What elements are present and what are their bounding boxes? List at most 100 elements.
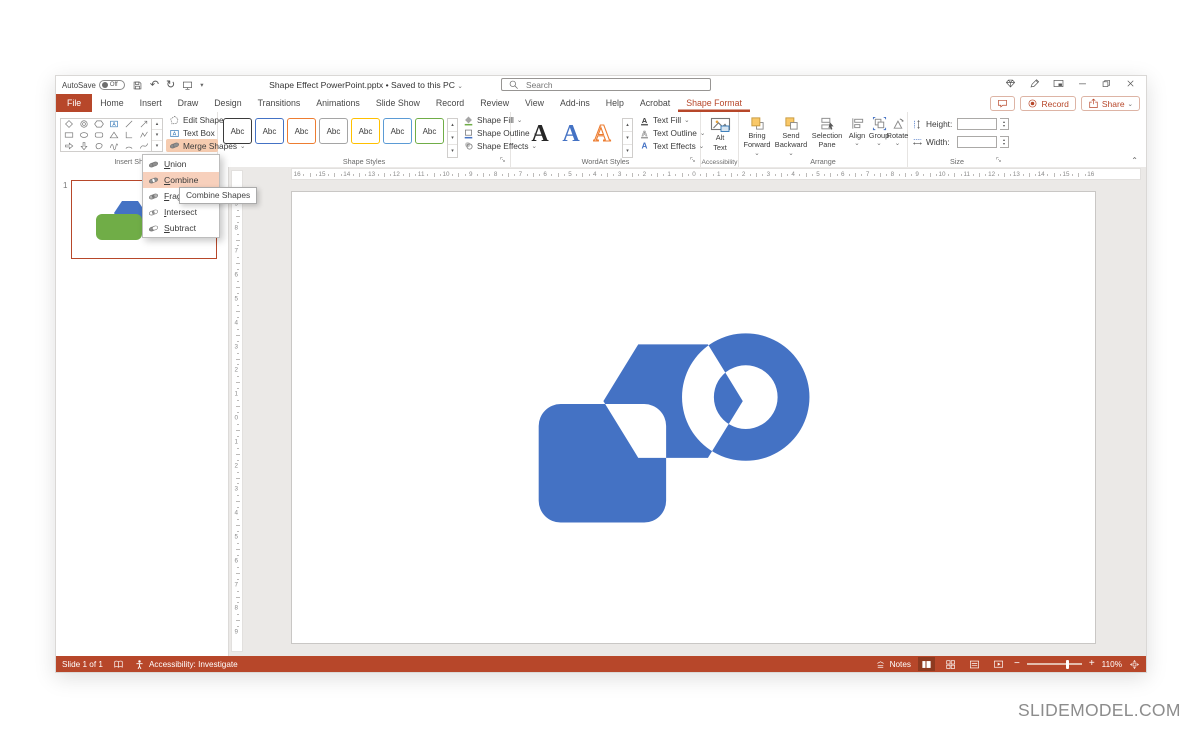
- align-button[interactable]: Align⌄: [845, 116, 869, 148]
- shape-arrow-right[interactable]: [61, 140, 76, 151]
- zoom-in-button[interactable]: +: [1089, 659, 1095, 669]
- record-button[interactable]: Record: [1020, 96, 1075, 111]
- tab-help[interactable]: Help: [598, 94, 632, 112]
- present-icon[interactable]: [182, 80, 193, 91]
- shape-line[interactable]: [121, 119, 136, 130]
- shape-style-preset-7[interactable]: Abc: [415, 118, 444, 144]
- rotate-button[interactable]: Rotate⌄: [889, 116, 906, 148]
- shape-hexagon[interactable]: [91, 119, 106, 130]
- comments-button[interactable]: [990, 96, 1015, 111]
- gallery-scroll[interactable]: ▴▾▾: [152, 118, 163, 152]
- selection-pane-button[interactable]: SelectionPane: [810, 116, 844, 150]
- autosave-toggle[interactable]: AutoSave Off: [62, 80, 125, 90]
- tab-home[interactable]: Home: [92, 94, 131, 112]
- shape-style-preset-2[interactable]: Abc: [255, 118, 284, 144]
- view-sorter-button[interactable]: [942, 657, 959, 671]
- shape-fill-button[interactable]: Shape Fill⌄: [460, 114, 510, 127]
- wordart-preset-1[interactable]: A: [525, 117, 554, 149]
- height-input[interactable]: [957, 118, 997, 130]
- tab-record[interactable]: Record: [428, 94, 472, 112]
- menu-item-subtract[interactable]: Subtract: [143, 220, 219, 236]
- menu-item-union[interactable]: Union: [143, 156, 219, 172]
- shape-arc[interactable]: [121, 140, 136, 151]
- search-box[interactable]: [501, 78, 711, 91]
- shape-style-preset-3[interactable]: Abc: [287, 118, 316, 144]
- shape-blob[interactable]: [91, 140, 106, 151]
- restore-icon[interactable]: [1101, 78, 1112, 89]
- shape-textbox[interactable]: A: [106, 119, 121, 130]
- zoom-slider[interactable]: [1027, 663, 1082, 665]
- tab-design[interactable]: Design: [206, 94, 249, 112]
- search-input[interactable]: [524, 79, 704, 91]
- shape-rect[interactable]: [61, 130, 76, 141]
- minimize-icon[interactable]: [1077, 78, 1088, 89]
- text-box-button[interactable]: AText Box: [166, 127, 218, 140]
- styles-scroll[interactable]: ▴▾▾: [447, 118, 458, 158]
- share-button[interactable]: Share⌄: [1081, 96, 1140, 111]
- width-input[interactable]: [957, 136, 997, 148]
- wordart-preset-2[interactable]: A: [556, 117, 585, 149]
- tab-insert[interactable]: Insert: [132, 94, 170, 112]
- tab-shape-format[interactable]: Shape Format: [678, 94, 750, 112]
- shape-oval[interactable]: [76, 130, 91, 141]
- tab-file[interactable]: File: [56, 94, 92, 112]
- shape-style-preset-1[interactable]: Abc: [223, 118, 252, 144]
- text-effects-button[interactable]: AText Effects⌄: [636, 139, 698, 152]
- collapse-ribbon-icon[interactable]: ⌃: [1131, 156, 1138, 165]
- height-stepper[interactable]: ▴▾: [1000, 118, 1009, 130]
- close-icon[interactable]: [1125, 78, 1136, 89]
- slides-panel[interactable]: 1: [56, 167, 229, 656]
- text-fill-button[interactable]: AText Fill⌄: [636, 114, 698, 127]
- slide-canvas[interactable]: [291, 191, 1096, 644]
- shape-arrow-line[interactable]: [136, 119, 151, 130]
- merge-shapes-button[interactable]: Merge Shapes⌄: [166, 139, 218, 152]
- shape-style-preset-6[interactable]: Abc: [383, 118, 412, 144]
- menu-item-intersect[interactable]: Intersect: [143, 204, 219, 220]
- shape-gallery[interactable]: A: [60, 118, 152, 152]
- shape-curve[interactable]: [136, 140, 151, 151]
- menu-item-combine[interactable]: Combine: [143, 172, 219, 188]
- dialog-launcher-icon[interactable]: [500, 157, 508, 165]
- zoom-out-button[interactable]: −: [1014, 659, 1020, 669]
- view-reading-button[interactable]: [966, 657, 983, 671]
- shape-polyline[interactable]: [136, 130, 151, 141]
- tab-slide-show[interactable]: Slide Show: [368, 94, 428, 112]
- redo-icon[interactable]: ↻: [166, 80, 175, 91]
- tab-animations[interactable]: Animations: [308, 94, 368, 112]
- dialog-launcher-icon[interactable]: [996, 157, 1004, 165]
- shape-rounded-rect[interactable]: [91, 130, 106, 141]
- bring-forward-button[interactable]: BringForward⌄: [742, 116, 772, 158]
- shape-arrow-down[interactable]: [76, 140, 91, 151]
- diamond-icon[interactable]: [1005, 78, 1016, 89]
- customize-qat-icon[interactable]: ▾: [200, 81, 203, 89]
- shape-triangle[interactable]: [106, 130, 121, 141]
- alt-text-button[interactable]: AltText: [704, 117, 736, 161]
- tab-review[interactable]: Review: [472, 94, 517, 112]
- accessibility-checker[interactable]: Accessibility: Investigate: [134, 659, 238, 670]
- shape-donut[interactable]: [76, 119, 91, 130]
- tab-acrobat[interactable]: Acrobat: [632, 94, 678, 112]
- text-outline-button[interactable]: AText Outline⌄: [636, 127, 698, 140]
- shape-scribble[interactable]: [106, 140, 121, 151]
- notes-button[interactable]: Notes: [875, 659, 911, 670]
- shape-elbow[interactable]: [121, 130, 136, 141]
- wordart-scroll[interactable]: ▴▾▾: [622, 118, 633, 158]
- shape-diamond[interactable]: [61, 119, 76, 130]
- combined-shape[interactable]: [539, 333, 810, 522]
- edit-shape-button[interactable]: Edit Shape⌄: [166, 114, 218, 127]
- width-stepper[interactable]: ▴▾: [1000, 136, 1009, 148]
- view-slideshow-button[interactable]: [990, 657, 1007, 671]
- pen-icon[interactable]: [1029, 78, 1040, 89]
- dialog-launcher-icon[interactable]: [690, 157, 698, 165]
- chevron-down-icon[interactable]: ⌄: [457, 83, 462, 90]
- tab-add-ins[interactable]: Add-ins: [552, 94, 598, 112]
- window-layout-icon[interactable]: [1053, 78, 1064, 89]
- autosave-switch-icon[interactable]: Off: [99, 80, 125, 90]
- shape-style-preset-5[interactable]: Abc: [351, 118, 380, 144]
- tab-draw[interactable]: Draw: [170, 94, 207, 112]
- view-normal-button[interactable]: [918, 657, 935, 671]
- tab-view[interactable]: View: [517, 94, 552, 112]
- shape-outline-button[interactable]: Shape Outline⌄: [460, 127, 510, 140]
- zoom-slider-thumb[interactable]: [1066, 660, 1070, 669]
- save-icon[interactable]: [132, 80, 143, 91]
